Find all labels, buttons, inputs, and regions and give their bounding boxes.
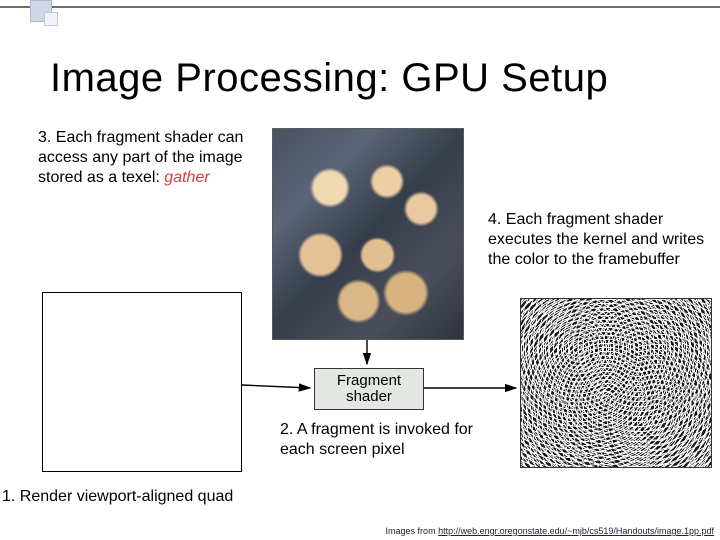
input-color-image <box>272 128 464 340</box>
header-rule <box>0 6 720 8</box>
header-accent-square-small <box>44 12 58 26</box>
image-credits: Images from http://web.engr.oregonstate.… <box>386 526 714 536</box>
page-title: Image Processing: GPU Setup <box>50 56 608 101</box>
gather-keyword: gather <box>164 169 209 186</box>
credits-prefix: Images from <box>386 526 439 536</box>
caption-step-3: 3. Each fragment shader can access any p… <box>38 128 268 188</box>
fragment-shader-label: Fragment shader <box>315 373 423 406</box>
caption-step-3-text: 3. Each fragment shader can access any p… <box>38 129 243 186</box>
fragment-shader-node: Fragment shader <box>314 368 424 410</box>
caption-step-4: 4. Each fragment shader executes the ker… <box>488 210 713 270</box>
caption-step-2: 2. A fragment is invoked for each screen… <box>280 420 500 460</box>
caption-step-1: 1. Render viewport-aligned quad <box>2 488 233 506</box>
output-edge-image <box>520 298 712 468</box>
arrow-quad-to-shader <box>242 385 310 388</box>
viewport-quad-box <box>42 292 242 472</box>
credits-link[interactable]: http://web.engr.oregonstate.edu/~mjb/cs5… <box>438 526 714 536</box>
